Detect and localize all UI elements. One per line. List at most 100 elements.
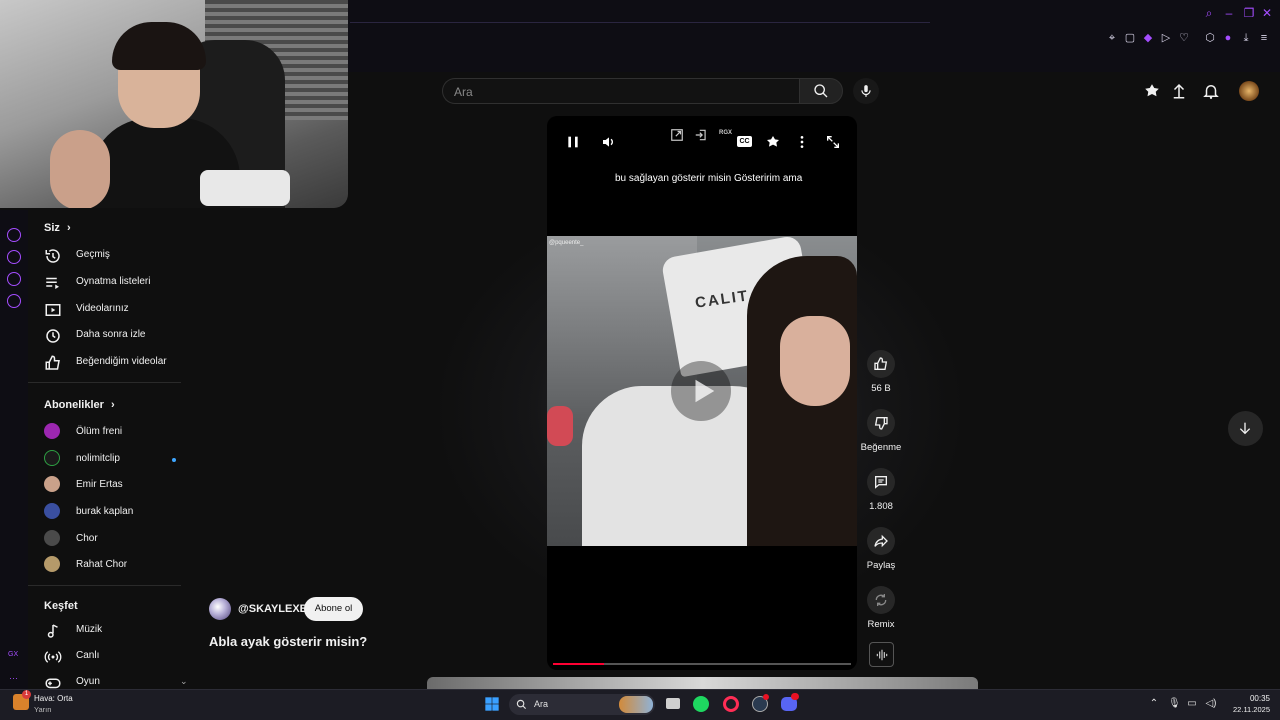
- notifications-bell-icon[interactable]: [1202, 82, 1220, 100]
- volume-icon[interactable]: [601, 134, 617, 150]
- thumbs-down-icon: [874, 417, 888, 430]
- search-button[interactable]: [799, 78, 843, 104]
- account-icon[interactable]: ●: [1220, 30, 1236, 46]
- sidebar-item-subscription[interactable]: Chor: [44, 530, 194, 550]
- sidebar-item-history[interactable]: Geçmiş: [44, 246, 194, 266]
- webcam-person-hair: [112, 22, 206, 70]
- live-icon: [44, 651, 62, 663]
- player-icon[interactable]: ▷: [1158, 30, 1174, 46]
- user-avatar[interactable]: [1239, 81, 1259, 101]
- spotify-icon[interactable]: [692, 695, 710, 713]
- search-input[interactable]: Ara: [442, 78, 799, 104]
- menu-icon[interactable]: ≡: [1256, 30, 1272, 46]
- task-view-icon[interactable]: [664, 695, 682, 713]
- fullscreen-icon[interactable]: [825, 134, 841, 150]
- clock-time[interactable]: 00:35: [1232, 694, 1270, 703]
- tray-chevron-up-icon[interactable]: ⌃: [1148, 698, 1160, 710]
- sidebar-item-watch-later[interactable]: Daha sonra izle: [44, 326, 194, 346]
- comments-button[interactable]: 1.808: [862, 468, 900, 526]
- screen: ⌕ – ❐ ✕ ⌖ ▢ ◆ ▷ ♡ ⬡ ● ⤓ ≡ GX ··· Ara Siz…: [0, 0, 1280, 720]
- windows-start-icon[interactable]: [484, 696, 500, 712]
- channel-avatar: [44, 423, 60, 439]
- like-count: 56 B: [871, 383, 891, 394]
- sidebar-item-subscription[interactable]: Emir Ertas: [44, 476, 194, 496]
- your-videos-icon: [45, 304, 61, 316]
- like-button[interactable]: 56 B: [862, 350, 900, 408]
- download-icon[interactable]: ⤓: [1238, 30, 1254, 46]
- sidebar-item-subscription[interactable]: nolimitclip: [44, 450, 194, 470]
- remix-button[interactable]: Remix: [862, 586, 900, 644]
- effects-icon[interactable]: [765, 134, 781, 150]
- subscriptions-section-title[interactable]: Abonelikler ›: [44, 399, 115, 411]
- close-icon[interactable]: ✕: [1258, 4, 1276, 22]
- search-icon: [814, 84, 828, 98]
- video-title[interactable]: Abla ayak gösterir misin?: [209, 634, 367, 649]
- microphone-icon: [861, 85, 871, 97]
- pause-icon[interactable]: [565, 134, 581, 150]
- pin-icon[interactable]: ⌖: [1104, 30, 1120, 46]
- sidebar-item-music[interactable]: Müzik: [44, 621, 194, 641]
- sidebar-item-playlists[interactable]: Oynatma listeleri: [44, 273, 194, 293]
- sidebar-item-subscription[interactable]: Ölüm freni: [44, 423, 194, 443]
- extensions-icon[interactable]: ⬡: [1202, 30, 1218, 46]
- guide-sidebar: Siz › Geçmiş Oynatma listeleri Videoları…: [28, 210, 188, 690]
- next-short-preview[interactable]: [427, 677, 978, 689]
- more-icon[interactable]: ···: [9, 673, 18, 683]
- audio-wave-icon: [876, 649, 888, 661]
- play-overlay[interactable]: [671, 361, 731, 421]
- voice-search-button[interactable]: [853, 78, 879, 104]
- channel-avatar[interactable]: [209, 598, 231, 620]
- heart-icon[interactable]: ♡: [1176, 30, 1192, 46]
- sound-button[interactable]: [869, 642, 894, 667]
- captions-icon[interactable]: CC: [737, 136, 752, 147]
- share-button[interactable]: Paylaş: [862, 527, 900, 585]
- sidebar-item-subscription[interactable]: burak kaplan: [44, 503, 194, 523]
- sidebar-extensions-icon[interactable]: [7, 272, 21, 286]
- sidebar-settings-icon[interactable]: [7, 294, 21, 308]
- comment-icon: [875, 476, 887, 489]
- tray-network-icon[interactable]: ▭: [1186, 698, 1198, 710]
- liked-videos-icon: [45, 355, 60, 370]
- restore-icon[interactable]: ❐: [1240, 4, 1258, 22]
- steam-icon[interactable]: [751, 694, 769, 713]
- remix-label: Remix: [867, 619, 895, 630]
- shield-icon[interactable]: ◆: [1140, 30, 1156, 46]
- sidebar-item-label: Oynatma listeleri: [76, 276, 151, 287]
- channel-handle[interactable]: @SKAYLEXE: [238, 603, 307, 615]
- watch-later-icon: [46, 329, 60, 343]
- enter-icon[interactable]: [694, 128, 708, 142]
- minimize-icon[interactable]: –: [1220, 4, 1238, 22]
- snapshot-icon[interactable]: ▢: [1122, 30, 1138, 46]
- sidebar-item-subscription[interactable]: Rahat Chor: [44, 556, 194, 576]
- discord-icon[interactable]: [780, 693, 799, 713]
- progress-fill: [553, 663, 604, 665]
- sidebar-history-icon[interactable]: [7, 250, 21, 264]
- arrow-down-icon: [1239, 422, 1251, 435]
- browser-sidebar: GX ···: [0, 210, 28, 690]
- comment-count: 1.808: [869, 501, 893, 512]
- clock-date[interactable]: 22.11.2025: [1220, 705, 1270, 714]
- sidebar-player-icon[interactable]: [7, 228, 21, 242]
- you-section-title[interactable]: Siz ›: [44, 222, 71, 234]
- gx-label: GX: [8, 651, 19, 658]
- tray-microphone-icon[interactable]: 🎙: [1168, 698, 1181, 710]
- create-icon[interactable]: [1143, 82, 1161, 100]
- sidebar-item-label: Oyun: [76, 676, 100, 687]
- explore-section-title: Keşfet: [44, 600, 78, 612]
- search-icon[interactable]: ⌕: [1200, 4, 1218, 22]
- sidebar-item-live[interactable]: Canlı: [44, 647, 194, 667]
- sidebar-item-label: Videolarınız: [76, 303, 129, 314]
- sidebar-item-liked-videos[interactable]: Beğendiğim videolar: [44, 353, 194, 373]
- next-video-button[interactable]: [1228, 411, 1263, 446]
- chevron-down-icon[interactable]: ⌄: [180, 676, 188, 687]
- weather-label[interactable]: Hava: Orta: [34, 694, 73, 703]
- more-options-icon[interactable]: [794, 134, 810, 150]
- rgx-icon[interactable]: RGX: [719, 130, 732, 136]
- sidebar-item-your-videos[interactable]: Videolarınız: [44, 300, 194, 320]
- dislike-button[interactable]: Beğenme: [861, 409, 901, 467]
- upload-icon[interactable]: [1170, 82, 1188, 100]
- popout-icon[interactable]: [670, 128, 684, 142]
- subscribe-button[interactable]: Abone ol: [304, 597, 363, 621]
- opera-gx-icon[interactable]: [722, 695, 740, 713]
- tray-volume-icon[interactable]: ◁): [1205, 698, 1217, 710]
